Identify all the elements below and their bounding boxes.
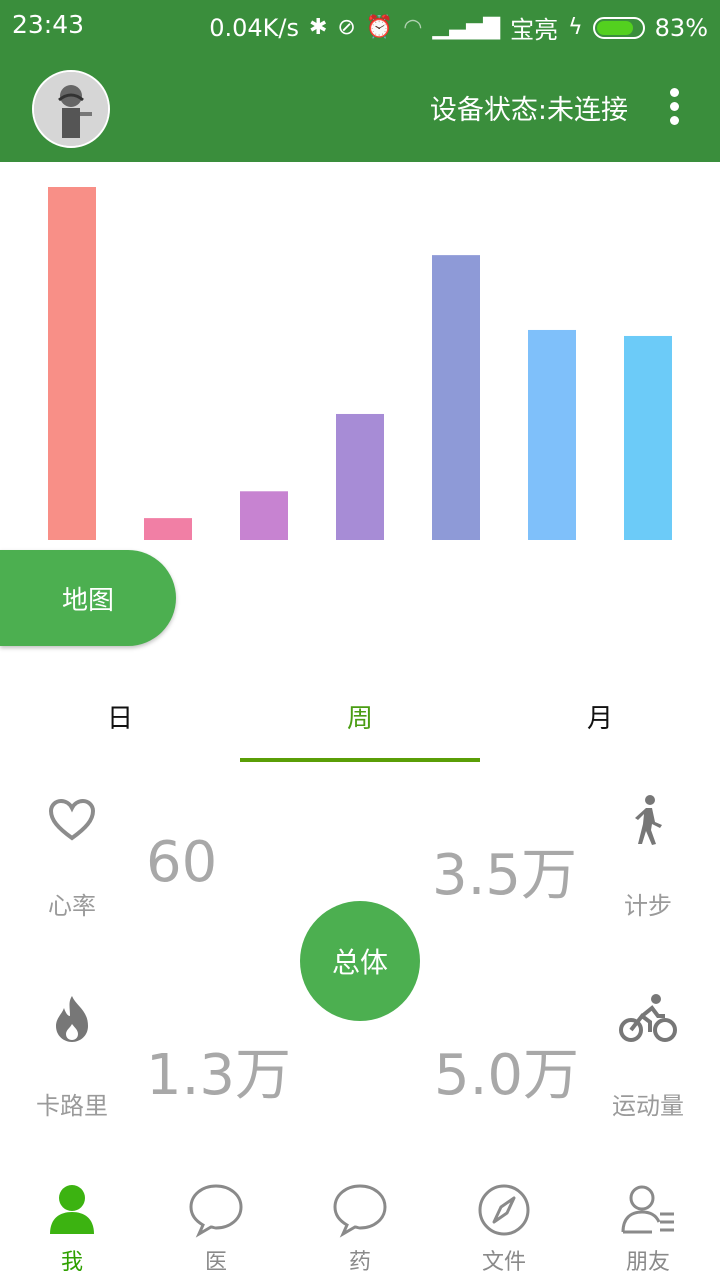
tab-day[interactable]: 日 [0, 670, 240, 762]
nav-label-me: 我 [60, 1250, 83, 1275]
status-right: 0.04K/s ✱ ⊘ ⏰ ◠ ▁▃▅▇ 宝亮 ϟ 83% [209, 10, 708, 45]
period-tabs: 日 周 月 [0, 670, 720, 762]
nav-medicine[interactable]: 药 [288, 1170, 432, 1280]
chart-bar-1 [48, 187, 96, 540]
heart-rate-label: 心率 [48, 892, 96, 920]
heart-rate-value: 60 [146, 830, 218, 895]
wifi-icon: ◠ [403, 15, 423, 40]
nav-label-files: 文件 [481, 1250, 526, 1275]
chat-bubble-icon [333, 1184, 387, 1238]
chart-bar-7 [624, 335, 672, 540]
status-bar: 23:43 0.04K/s ✱ ⊘ ⏰ ◠ ▁▃▅▇ 宝亮 ϟ 83% [0, 0, 720, 52]
chart-bar-2 [144, 518, 192, 540]
network-speed: 0.04K/s [209, 13, 299, 42]
bluetooth-icon: ✱ [308, 15, 328, 40]
calories-label: 卡路里 [36, 1092, 108, 1120]
app-bar: 设备状态:未连接 [0, 52, 720, 162]
nav-label-friends: 朋友 [625, 1250, 670, 1275]
tab-week[interactable]: 周 [240, 670, 480, 762]
battery-icon [592, 16, 645, 39]
bicycle-icon [619, 994, 677, 1042]
chart-bar-3 [240, 491, 288, 540]
bar-chart [48, 187, 672, 540]
steps-label: 计步 [624, 892, 672, 920]
weekly-chart [0, 162, 720, 542]
tab-month[interactable]: 月 [480, 670, 720, 762]
battery-percent: 83% [654, 13, 708, 42]
nav-label-medicine: 药 [348, 1250, 371, 1275]
walking-icon [635, 795, 662, 845]
flame-icon [56, 996, 88, 1042]
contacts-icon [621, 1185, 674, 1234]
charging-icon: ϟ [568, 15, 583, 40]
status-time: 23:43 [12, 10, 85, 39]
activity-label: 运动量 [612, 1092, 684, 1120]
alarm-icon: ⏰ [365, 15, 394, 40]
heart-icon [48, 798, 96, 841]
carrier-name: 宝亮 [510, 16, 559, 44]
tab-indicator [240, 758, 480, 762]
person-icon [50, 1185, 94, 1234]
more-options-icon[interactable] [668, 88, 680, 126]
nav-files[interactable]: 文件 [432, 1170, 576, 1280]
avatar[interactable] [32, 70, 110, 148]
calories-value: 1.3万 [146, 1043, 292, 1108]
bottom-navigation: 我 医 药 文件 朋友 [0, 1170, 720, 1280]
chart-bar-5 [432, 255, 480, 540]
chart-bar-4 [336, 413, 384, 540]
compass-icon [478, 1184, 530, 1236]
overall-button[interactable]: 总体 [300, 901, 420, 1021]
signal-icon: ▁▃▅▇ [432, 15, 501, 40]
map-button[interactable]: 地图 [0, 550, 176, 646]
steps-value: 3.5万 [432, 843, 578, 908]
device-status: 设备状态:未连接 [429, 95, 628, 126]
activity-value: 5.0万 [434, 1043, 580, 1108]
nav-doctor[interactable]: 医 [144, 1170, 288, 1280]
nav-label-doctor: 医 [204, 1250, 227, 1275]
mute-icon: ⊘ [337, 15, 356, 40]
chart-bar-6 [528, 329, 576, 540]
nav-friends[interactable]: 朋友 [576, 1170, 720, 1280]
chat-bubble-icon [189, 1184, 243, 1238]
nav-me[interactable]: 我 [0, 1170, 144, 1280]
